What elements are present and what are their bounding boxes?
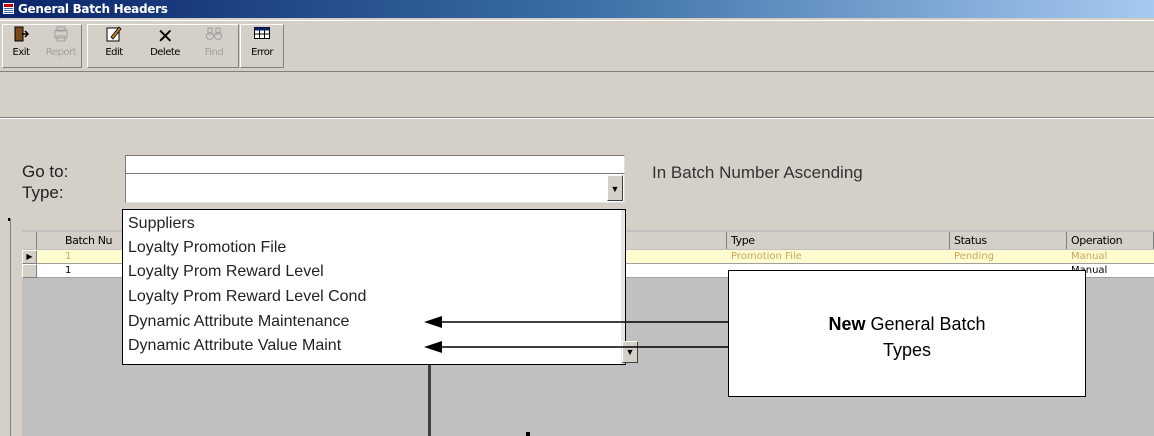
arrowhead-1-icon [424,316,442,328]
arrowhead-2-icon [424,341,442,353]
callout-bold: New [828,314,866,334]
callout-line2: Types [882,340,932,360]
callout-box: New General Batch Types [728,270,1086,397]
callout-line1: General Batch [865,314,986,334]
callout-text: New General Batch Types [729,311,1085,363]
